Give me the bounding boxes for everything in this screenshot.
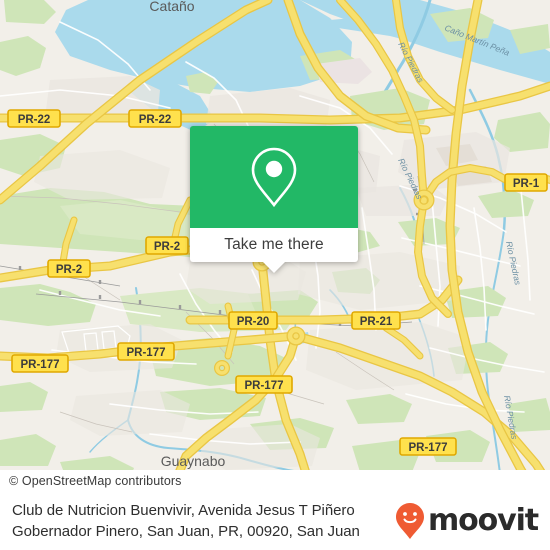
address-line-2: Gobernador Pinero, San Juan, PR, 00920, … [12, 523, 360, 540]
route-shield: PR-21 [351, 311, 401, 330]
route-shield: PR-177 [117, 342, 175, 361]
route-shield: PR-2 [47, 259, 91, 278]
svg-text:PR-1: PR-1 [513, 178, 540, 190]
svg-text:PR-20: PR-20 [237, 316, 270, 328]
location-address: Club de Nutricion Buenvivir, Avenida Jes… [12, 500, 395, 542]
map-attribution-bar: © OpenStreetMap contributors [0, 470, 550, 492]
route-shield: PR-1 [504, 173, 548, 192]
moovit-wordmark: moovit [427, 503, 539, 538]
route-shield: PR-22 [128, 109, 182, 128]
svg-text:PR-22: PR-22 [139, 114, 172, 126]
route-shield: PR-20 [228, 311, 278, 330]
popup-pointer-tail [263, 262, 285, 273]
svg-text:PR-177: PR-177 [127, 347, 166, 359]
take-me-there-label: Take me there [224, 236, 324, 253]
route-shield: PR-177 [235, 375, 293, 394]
map-place-label: Guaynabo [161, 453, 226, 469]
svg-text:PR-22: PR-22 [18, 114, 51, 126]
svg-text:PR-177: PR-177 [409, 442, 448, 454]
moovit-brand[interactable]: moovit [395, 502, 539, 540]
route-shield: PR-177 [399, 437, 457, 456]
route-shield: PR-2 [145, 236, 189, 255]
moovit-smiley-pin-icon [395, 503, 424, 539]
address-line-1: Club de Nutricion Buenvivir, Avenida Jes… [12, 502, 355, 519]
location-popup-card[interactable]: Take me there [190, 126, 358, 273]
moovit-location-card: .wtr { fill:#aadaec; } .prk { fill:#cfe5… [0, 0, 550, 550]
svg-text:PR-21: PR-21 [360, 316, 393, 328]
popup-image-area [190, 126, 358, 228]
map-pin-icon [251, 147, 297, 208]
svg-text:PR-177: PR-177 [245, 380, 284, 392]
route-shield: PR-177 [11, 354, 69, 373]
svg-text:PR-2: PR-2 [56, 264, 82, 276]
footer-bar: Club de Nutricion Buenvivir, Avenida Jes… [0, 492, 550, 550]
svg-text:PR-2: PR-2 [154, 241, 180, 253]
map-place-label: Cataño [149, 0, 194, 14]
map-attribution-text: © OpenStreetMap contributors [9, 474, 182, 488]
take-me-there-button[interactable]: Take me there [190, 228, 358, 262]
svg-text:PR-177: PR-177 [21, 359, 60, 371]
route-shield: PR-22 [7, 109, 61, 128]
